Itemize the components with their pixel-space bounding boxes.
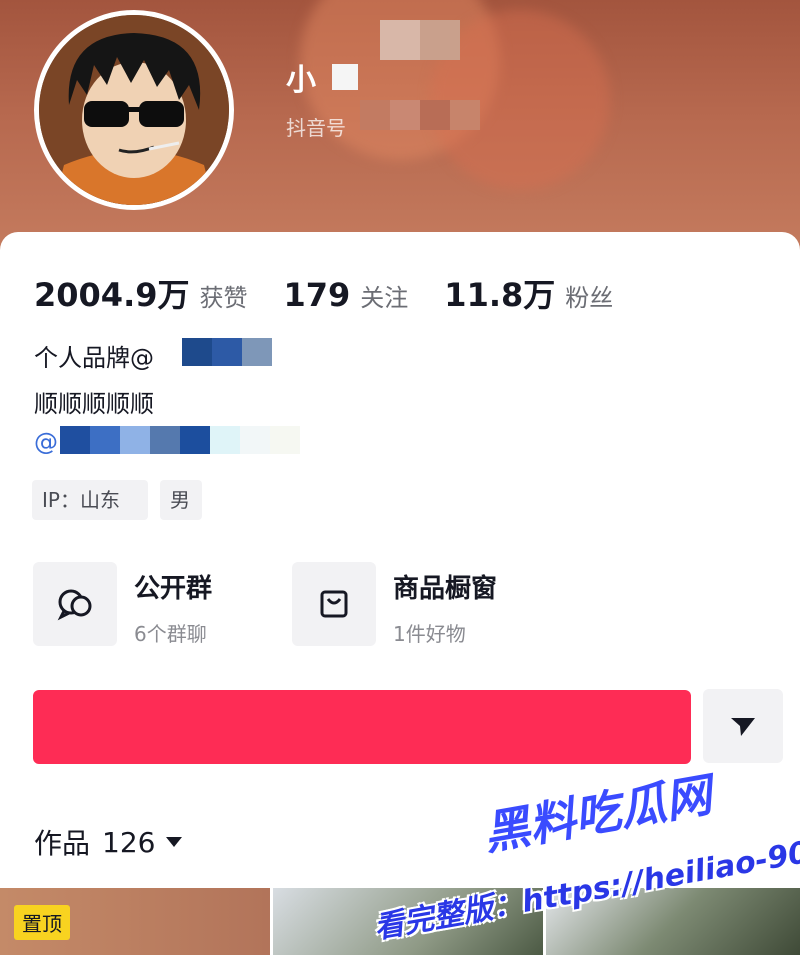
works-label: 作品 bbox=[34, 827, 91, 860]
shopping-bag-icon bbox=[320, 590, 348, 618]
douyin-id-label: 抖音号 bbox=[286, 116, 346, 140]
bio-line-1: 个人品牌@ bbox=[34, 344, 154, 372]
profile-nickname: 小 bbox=[286, 63, 316, 98]
share-button[interactable] bbox=[703, 689, 783, 763]
ip-location-tag: IP：山东 bbox=[32, 480, 148, 520]
group-chat-count: 6个群聊 bbox=[134, 622, 207, 646]
likes-label: 获赞 bbox=[199, 284, 248, 312]
shop-window-title[interactable]: 商品橱窗 bbox=[393, 568, 497, 605]
likes-count: 2004.9万 bbox=[34, 276, 190, 314]
following-label[interactable]: 关注 bbox=[360, 278, 408, 313]
bio-pixelated-mention bbox=[60, 426, 300, 454]
group-chat-button[interactable] bbox=[33, 562, 117, 646]
chat-bubbles-icon bbox=[57, 589, 92, 621]
bio-line-2: 顺顺顺顺顺 bbox=[34, 390, 154, 418]
pinned-badge: 置顶 bbox=[14, 905, 70, 940]
avatar[interactable] bbox=[34, 10, 234, 210]
blurred-nickname bbox=[332, 64, 358, 90]
bio-mention[interactable]: @ bbox=[34, 428, 58, 456]
gender-tag: 男 bbox=[160, 480, 202, 520]
following-count[interactable]: 179 bbox=[284, 276, 351, 314]
pixelated-region bbox=[380, 20, 460, 60]
avatar-illustration bbox=[39, 15, 229, 205]
group-chat-title[interactable]: 公开群 bbox=[134, 568, 212, 605]
works-count: 126 bbox=[102, 825, 156, 859]
pixelated-region bbox=[360, 100, 480, 130]
shop-window-count: 1件好物 bbox=[393, 622, 466, 646]
works-tab[interactable]: 作品 126 bbox=[34, 822, 183, 862]
bio-pixelated-mention bbox=[182, 338, 272, 366]
followers-count[interactable]: 11.8万 bbox=[444, 270, 555, 316]
shop-window-button[interactable] bbox=[292, 562, 376, 646]
profile-stats: 2004.9万 获赞 179 关注 11.8万 粉丝 bbox=[34, 270, 649, 316]
caret-down-icon bbox=[166, 837, 183, 847]
send-arrow-icon bbox=[731, 718, 755, 736]
follow-button[interactable] bbox=[33, 690, 691, 764]
followers-label[interactable]: 粉丝 bbox=[565, 278, 613, 313]
